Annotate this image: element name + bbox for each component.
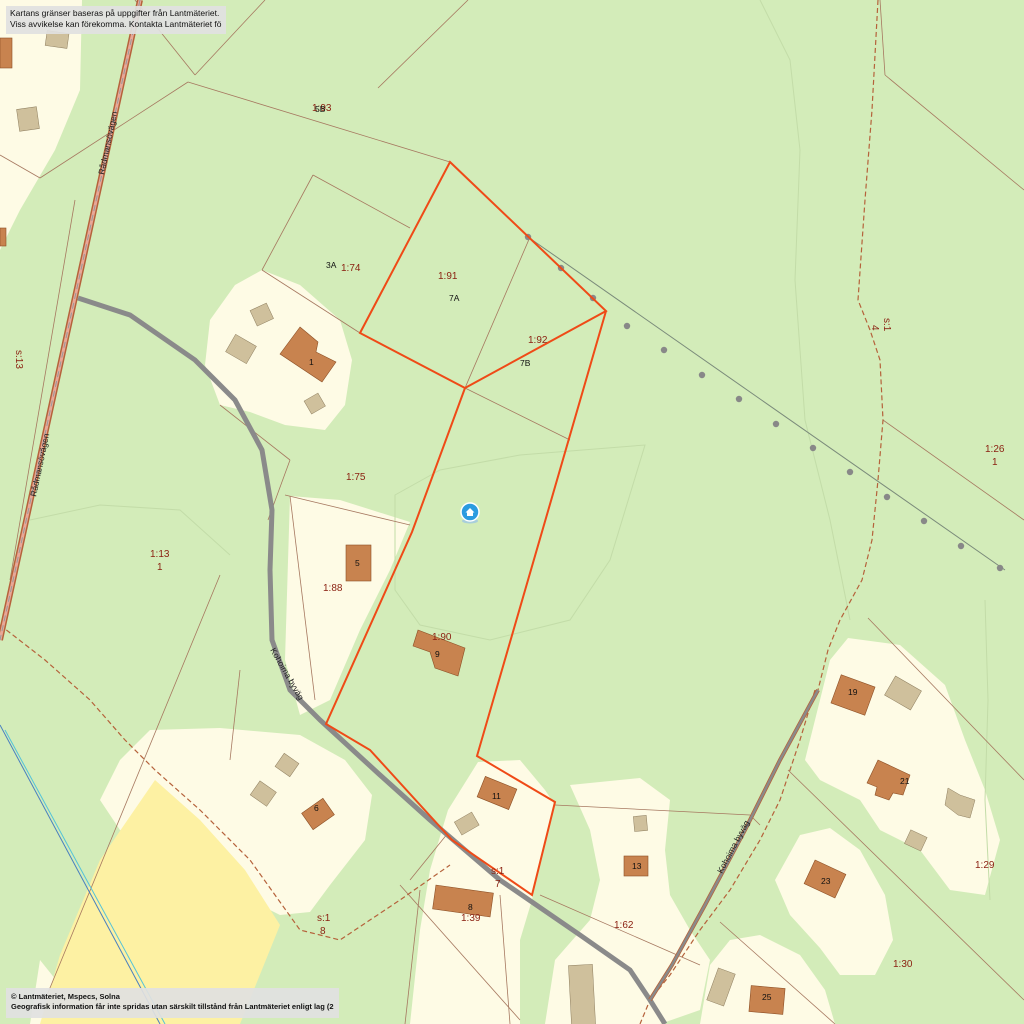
building-number-13: 13 xyxy=(632,861,642,871)
building-number-11: 11 xyxy=(492,791,501,801)
parcel-label-s1-8: s:1 xyxy=(317,913,331,924)
address-label-7a: 7A xyxy=(449,293,460,303)
parcel-label-1-88: 1:88 xyxy=(323,583,343,594)
outbuilding xyxy=(16,106,40,132)
building-edge xyxy=(0,37,13,69)
copyright-line-2: Geografisk information får inte spridas … xyxy=(11,1001,334,1011)
property-map[interactable]: Rådmansövägen Rådmansövägen Kohoima byvä… xyxy=(0,0,1024,1024)
parcel-label-s1-4: s:1 xyxy=(881,318,892,332)
outbuilding xyxy=(633,815,648,832)
building-number-1: 1 xyxy=(309,357,314,367)
disclaimer-line-2: Viss avvikelse kan förekomma. Kontakta L… xyxy=(10,19,222,30)
copyright-line-1: © Lantmäteriet, Mspecs, Solna xyxy=(11,992,120,1001)
disclaimer-line-1: Kartans gränser baseras på uppgifter frå… xyxy=(10,8,220,18)
address-label-7b: 7B xyxy=(520,358,531,368)
building-number-21: 21 xyxy=(900,776,910,786)
building-number-5: 5 xyxy=(355,558,360,568)
parcel-label-1-26-sub: 1 xyxy=(992,457,998,468)
parcel-label-1-90: 1:90 xyxy=(432,632,452,643)
building-number-25: 25 xyxy=(762,992,772,1002)
parcel-label-1-13: 1:13 xyxy=(150,549,170,560)
building-number-23: 23 xyxy=(821,876,831,886)
building-number-8: 8 xyxy=(468,902,473,912)
parcel-label-1-75: 1:75 xyxy=(346,472,366,483)
parcel-label-1-13-sub: 1 xyxy=(157,562,163,573)
parcel-label-s-13: s:13 xyxy=(13,350,24,369)
parcel-label-1-92: 1:92 xyxy=(528,335,548,346)
building-number-6: 6 xyxy=(314,803,319,813)
address-label-5b: 5B xyxy=(315,104,326,114)
copyright-notice: © Lantmäteriet, Mspecs, Solna Geografisk… xyxy=(6,988,339,1018)
parcel-label-1-30: 1:30 xyxy=(893,959,913,970)
building-number-19: 19 xyxy=(848,687,858,697)
parcel-label-1-74: 1:74 xyxy=(341,263,361,274)
parcel-label-1-26: 1:26 xyxy=(985,444,1005,455)
parcel-label-1-39: 1:39 xyxy=(461,913,481,924)
home-marker-icon[interactable] xyxy=(460,502,480,524)
outbuilding xyxy=(568,964,596,1024)
parcel-label-s1-7: s:1 xyxy=(491,866,505,877)
address-label-3a: 3A xyxy=(326,260,337,270)
parcel-label-s1-8-sub: 8 xyxy=(320,926,326,937)
parcel-label-1-62: 1:62 xyxy=(614,920,634,931)
parcel-label-s1-4-sub: 4 xyxy=(869,325,880,331)
parcel-label-1-91: 1:91 xyxy=(438,271,458,282)
building-number-9: 9 xyxy=(435,649,440,659)
map-disclaimer-notice: Kartans gränser baseras på uppgifter frå… xyxy=(6,6,226,34)
parcel-label-1-29: 1:29 xyxy=(975,860,995,871)
parcel-label-s1-7-sub: 7 xyxy=(495,879,501,890)
building-edge xyxy=(0,227,7,247)
